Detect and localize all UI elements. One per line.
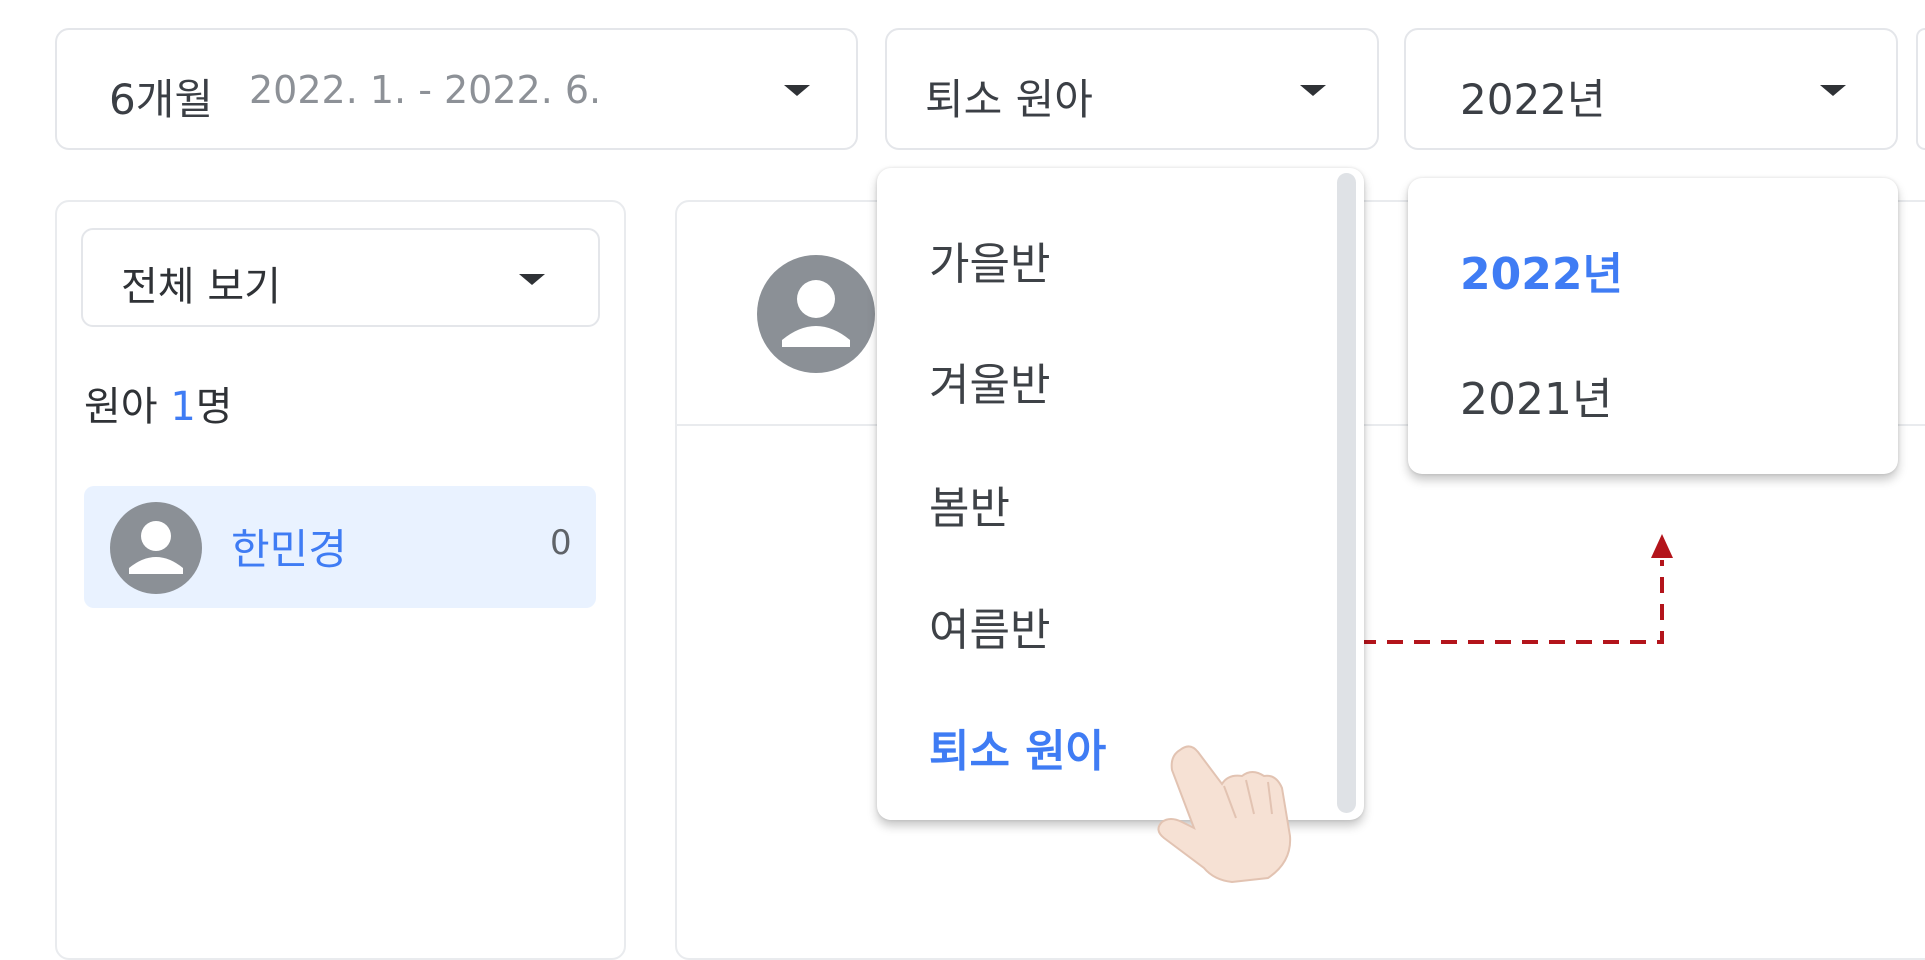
pointing-hand-icon [1157, 745, 1292, 884]
view-select[interactable]: 전체 보기 [81, 228, 600, 327]
view-select-value: 전체 보기 [121, 264, 281, 310]
count-value: 1 [170, 384, 196, 430]
class-select[interactable]: 퇴소 원아 [885, 28, 1379, 150]
avatar-icon [110, 502, 202, 594]
class-option[interactable]: 가을반 [929, 228, 1050, 292]
caret-down-icon [1820, 85, 1846, 96]
caret-down-icon [784, 85, 810, 96]
period-label: 6개월 [109, 75, 214, 124]
year-select[interactable]: 2022년 [1404, 28, 1898, 150]
class-option[interactable]: 여름반 [929, 594, 1050, 658]
child-count: 0 [550, 523, 572, 563]
menu-scrollbar[interactable] [1337, 173, 1356, 813]
children-count: 원아 1명 [84, 374, 233, 432]
year-option-selected[interactable]: 2022년 [1460, 238, 1623, 302]
caret-down-icon [519, 274, 545, 285]
year-select-value: 2022년 [1460, 75, 1606, 124]
year-option[interactable]: 2021년 [1460, 363, 1612, 427]
year-dropdown-menu: 2022년 2021년 [1408, 178, 1898, 474]
class-option[interactable]: 봄반 [929, 472, 1010, 536]
period-select[interactable]: 6개월 2022. 1. - 2022. 6. [55, 28, 858, 150]
caret-down-icon [1300, 85, 1326, 96]
class-dropdown-menu: 가을반 겨울반 봄반 여름반 퇴소 원아 [877, 168, 1364, 820]
class-option[interactable]: 겨울반 [929, 349, 1050, 413]
filter-edge-partial [1916, 28, 1925, 150]
child-list-item[interactable]: 한민경 0 [84, 486, 596, 608]
class-option-selected[interactable]: 퇴소 원아 [929, 715, 1106, 779]
class-select-value: 퇴소 원아 [925, 75, 1093, 124]
count-suffix: 명 [195, 384, 233, 430]
child-name: 한민경 [231, 525, 347, 574]
period-range: 2022. 1. - 2022. 6. [249, 68, 602, 112]
count-prefix: 원아 [84, 384, 171, 430]
avatar-icon [757, 255, 875, 373]
arrow-up-icon [1651, 534, 1673, 558]
children-sidebar: 전체 보기 원아 1명 한민경 0 [55, 200, 626, 960]
